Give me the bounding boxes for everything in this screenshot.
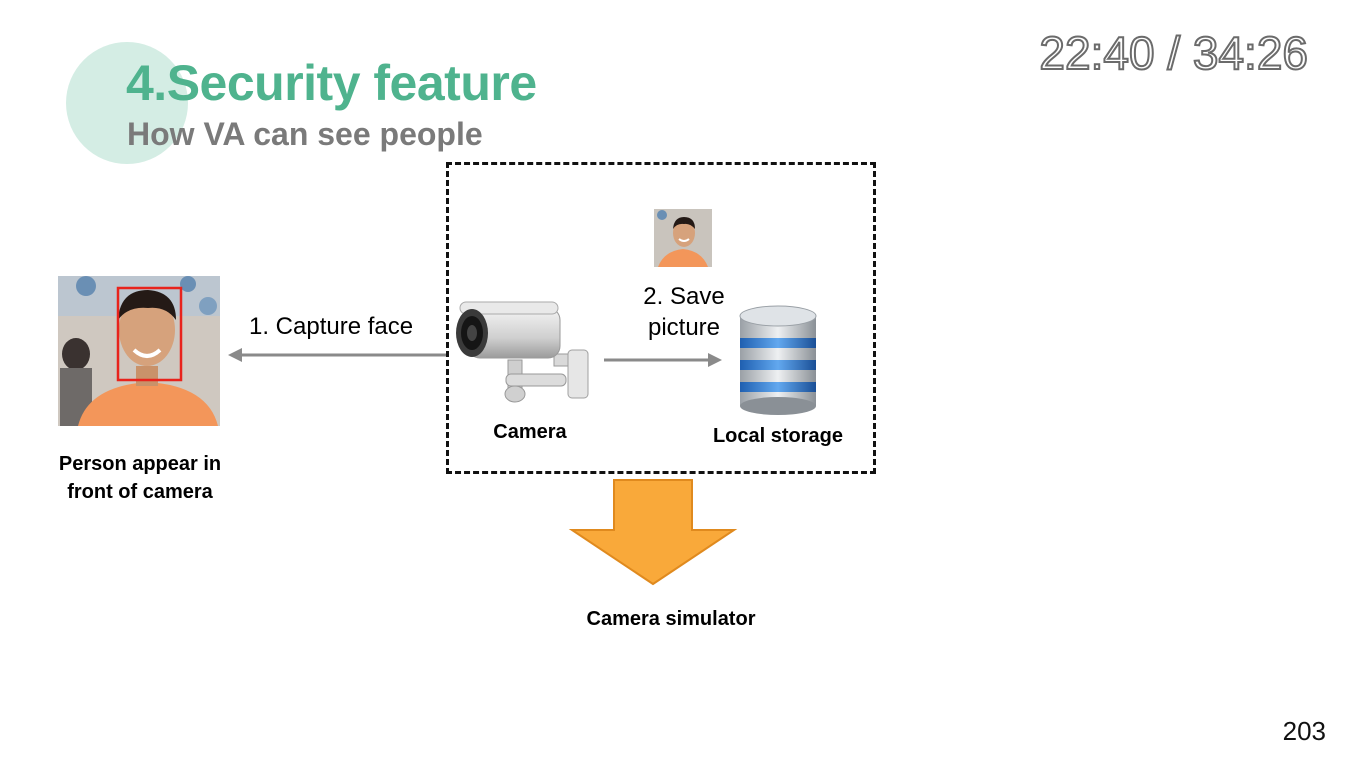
storage-label: Local storage — [712, 425, 844, 447]
camera-label: Camera — [493, 421, 567, 443]
step2-label-line1: 2. Save — [643, 283, 725, 310]
step1-label: 1. Capture face — [249, 313, 414, 340]
page-number: 203 — [1282, 716, 1326, 746]
step2-label-line2: picture — [647, 314, 721, 341]
capture-arrow — [228, 348, 446, 362]
person-label-line1: Person appear in — [58, 453, 222, 475]
down-arrow-icon — [568, 479, 738, 586]
slide-subtitle: How VA can see people — [127, 116, 483, 152]
saved-face-thumbnail — [654, 209, 712, 267]
database-icon — [739, 305, 817, 415]
person-photo — [58, 276, 220, 426]
camera-simulator-label: Camera simulator — [586, 608, 756, 630]
security-camera-icon — [456, 301, 589, 403]
person-label-line2: front of camera — [67, 481, 213, 503]
video-timer: 22:40 / 34:26 — [1038, 26, 1309, 80]
slide-title: 4.Security feature — [126, 55, 537, 111]
save-arrow — [604, 353, 722, 367]
